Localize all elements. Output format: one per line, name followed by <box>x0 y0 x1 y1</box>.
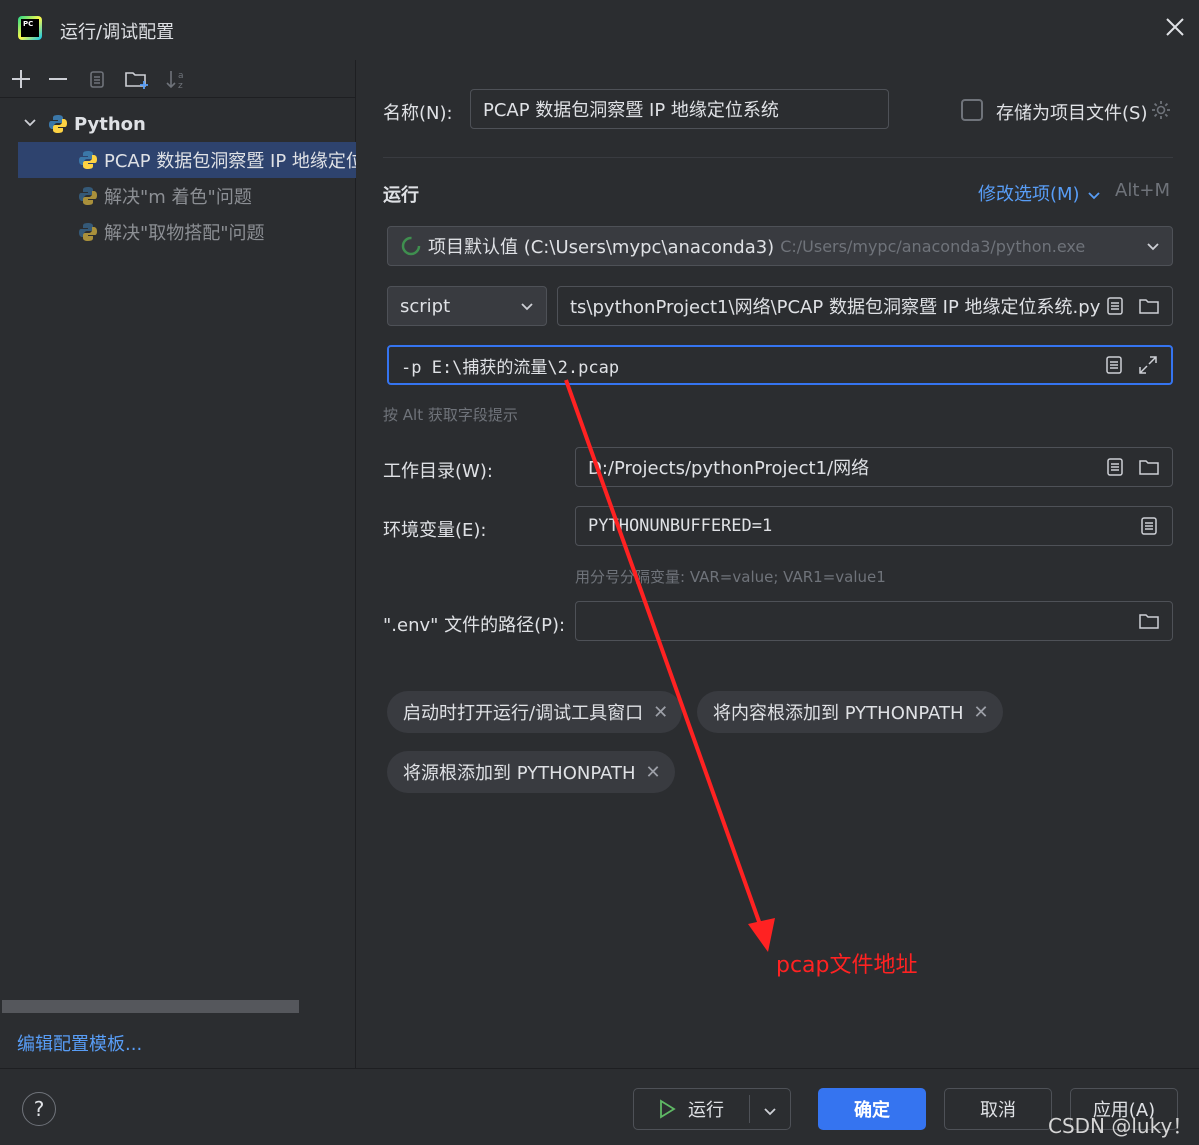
ok-button[interactable]: 确定 <box>818 1088 926 1130</box>
play-icon <box>660 1099 676 1119</box>
chevron-down-icon[interactable] <box>763 1101 777 1122</box>
annotation-arrow <box>564 379 775 952</box>
run-button-label: 运行 <box>688 1100 724 1121</box>
run-button[interactable]: 运行 <box>633 1088 791 1130</box>
csdn-watermark: CSDN @luky！ <box>1048 1114 1193 1138</box>
help-button[interactable]: ? <box>22 1092 56 1126</box>
annotation-label: pcap文件地址 <box>776 953 918 978</box>
split-divider <box>749 1095 750 1123</box>
cancel-button[interactable]: 取消 <box>944 1088 1052 1130</box>
